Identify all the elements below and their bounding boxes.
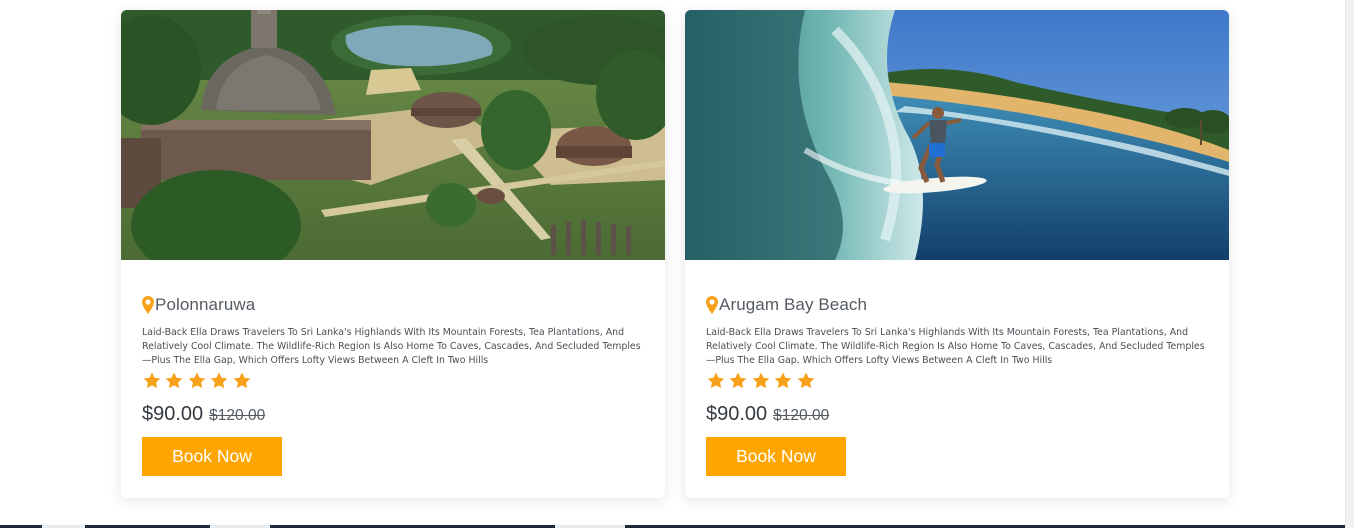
star-icon bbox=[209, 371, 229, 391]
tour-image-arugam-bay[interactable] bbox=[685, 10, 1229, 260]
page-scrollbar[interactable] bbox=[1345, 0, 1354, 528]
current-price: $90.00 bbox=[142, 403, 204, 425]
star-icon bbox=[706, 371, 726, 391]
current-price: $90.00 bbox=[706, 403, 768, 425]
tour-card-body: Polonnaruwa Laid-Back Ella Draws Travele… bbox=[142, 294, 647, 476]
original-price: $120.00 bbox=[773, 407, 830, 424]
star-icon bbox=[728, 371, 748, 391]
star-icon bbox=[773, 371, 793, 391]
star-icon bbox=[187, 371, 207, 391]
book-now-button[interactable]: Book Now bbox=[706, 437, 846, 476]
tour-card-polonnaruwa: Polonnaruwa Laid-Back Ella Draws Travele… bbox=[121, 10, 665, 498]
title-row: Polonnaruwa bbox=[142, 294, 647, 316]
map-pin-icon bbox=[706, 296, 718, 314]
tour-title[interactable]: Arugam Bay Beach bbox=[719, 295, 867, 315]
price-row: $90.00 $120.00 bbox=[706, 403, 1211, 427]
star-icon bbox=[164, 371, 184, 391]
price-row: $90.00 $120.00 bbox=[142, 403, 647, 427]
star-rating bbox=[706, 370, 1211, 392]
tour-image-polonnaruwa[interactable] bbox=[121, 10, 665, 260]
map-pin-icon bbox=[142, 296, 154, 314]
book-now-button[interactable]: Book Now bbox=[142, 437, 282, 476]
tour-description: Laid-Back Ella Draws Travelers To Sri La… bbox=[706, 327, 1205, 366]
tour-description: Laid-Back Ella Draws Travelers To Sri La… bbox=[142, 327, 641, 366]
original-price: $120.00 bbox=[209, 407, 266, 424]
tour-card-body: Arugam Bay Beach Laid-Back Ella Draws Tr… bbox=[706, 294, 1211, 476]
title-row: Arugam Bay Beach bbox=[706, 294, 1211, 316]
star-icon bbox=[142, 371, 162, 391]
star-icon bbox=[796, 371, 816, 391]
star-icon bbox=[751, 371, 771, 391]
tour-card-arugam-bay: Arugam Bay Beach Laid-Back Ella Draws Tr… bbox=[685, 10, 1229, 498]
star-rating bbox=[142, 370, 647, 392]
page: Polonnaruwa Laid-Back Ella Draws Travele… bbox=[0, 0, 1354, 528]
star-icon bbox=[232, 371, 252, 391]
tour-title[interactable]: Polonnaruwa bbox=[155, 295, 255, 315]
